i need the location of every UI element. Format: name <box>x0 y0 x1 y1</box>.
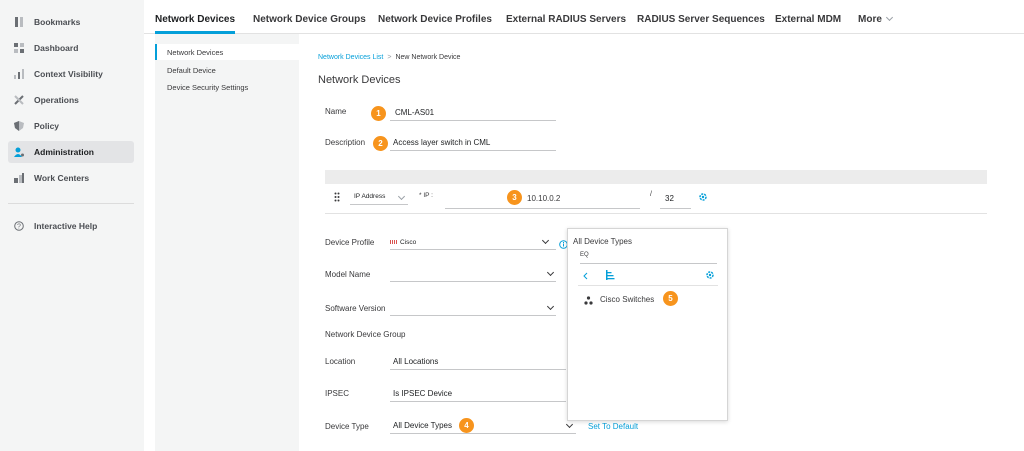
ip-type-value: IP Address <box>354 193 386 200</box>
work-centers-icon <box>14 173 24 183</box>
nav-item-label: Interactive Help <box>34 221 98 231</box>
policy-icon <box>14 121 24 131</box>
cisco-logo-icon <box>390 239 398 244</box>
tab-network-devices[interactable]: Network Devices <box>155 0 236 34</box>
device-type-select[interactable]: All Device Types <box>390 420 576 434</box>
popup-toolbar <box>578 267 718 286</box>
gear-icon[interactable] <box>705 270 715 280</box>
device-type-value: All Device Types <box>393 421 452 430</box>
context-visibility-icon <box>14 69 24 79</box>
set-to-default-link[interactable]: Set To Default <box>588 422 638 431</box>
left-nav: Bookmarks Dashboard Context Visibility O… <box>0 0 144 451</box>
dashboard-icon <box>14 43 24 53</box>
bookmark-icon <box>14 17 24 27</box>
nav-item-label: Work Centers <box>34 173 90 183</box>
popup-item-cisco-switches[interactable]: Cisco Switches <box>600 295 654 304</box>
description-field[interactable]: Access layer switch in CML <box>390 137 556 151</box>
chevron-down-icon <box>546 268 555 277</box>
device-profile-label: Device Profile <box>325 238 375 247</box>
tab-network-device-groups[interactable]: Network Device Groups <box>253 0 366 34</box>
nav-item-dashboard[interactable]: Dashboard <box>8 37 134 59</box>
ndg-label: Network Device Group <box>325 330 406 339</box>
step-badge-2: 2 <box>373 136 388 151</box>
nav-item-bookmarks[interactable]: Bookmarks <box>8 11 134 33</box>
tab-external-radius-servers[interactable]: External RADIUS Servers <box>506 0 626 34</box>
popup-search-placeholder: EQ <box>580 252 589 258</box>
top-tabs: Network Devices Network Device Groups Ne… <box>144 0 1024 34</box>
nav-item-work-centers[interactable]: Work Centers <box>8 167 134 189</box>
breadcrumb-separator: > <box>387 54 392 61</box>
tab-more-label: More <box>858 14 882 25</box>
chevron-down-icon <box>885 13 893 22</box>
subnav-item-network-devices[interactable]: Network Devices <box>167 48 223 57</box>
breadcrumb-link[interactable]: Network Devices List <box>318 54 383 61</box>
page-title: Network Devices <box>318 74 401 86</box>
tab-external-mdm[interactable]: External MDM <box>775 0 841 34</box>
chevron-down-icon <box>397 192 406 201</box>
device-type-popup: All Device Types EQ Cisco Switches 5 <box>567 228 728 421</box>
ip-header-bar <box>325 170 987 184</box>
popup-search-input[interactable]: EQ <box>580 252 717 264</box>
description-label: Description <box>325 138 366 147</box>
step-badge-5: 5 <box>663 291 678 306</box>
nav-item-policy[interactable]: Policy <box>8 115 134 137</box>
svg-text:?: ? <box>17 224 21 231</box>
switches-icon <box>584 296 593 305</box>
device-profile-select[interactable]: Cisco <box>390 236 556 250</box>
administration-icon <box>14 147 24 157</box>
chevron-down-icon <box>541 236 550 245</box>
mask-separator: / <box>650 191 652 198</box>
back-arrow-icon[interactable] <box>582 272 590 280</box>
step-badge-4: 4 <box>459 418 474 433</box>
ip-type-select[interactable]: IP Address <box>350 191 408 205</box>
mask-field[interactable]: 32 <box>660 194 691 209</box>
name-field[interactable]: CML-AS01 <box>390 107 556 121</box>
popup-title: All Device Types <box>573 237 632 246</box>
chevron-down-icon <box>546 302 555 311</box>
nav-item-context-visibility[interactable]: Context Visibility <box>8 63 134 85</box>
ip-label: * IP : <box>419 192 433 199</box>
name-label: Name <box>325 107 347 116</box>
nav-item-operations[interactable]: Operations <box>8 89 134 111</box>
software-version-select[interactable] <box>390 302 556 316</box>
subnav-item-device-security-settings[interactable]: Device Security Settings <box>167 83 248 92</box>
nav-item-label: Policy <box>34 121 60 131</box>
ipsec-select[interactable]: Is IPSEC Device <box>390 388 566 402</box>
operations-icon <box>14 95 24 105</box>
sub-nav: Network Devices Default Device Device Se… <box>155 34 299 451</box>
location-label: Location <box>325 357 356 366</box>
ip-row-divider <box>325 213 987 214</box>
drag-handle-icon[interactable] <box>334 192 340 202</box>
gear-icon[interactable] <box>698 192 708 202</box>
tab-more[interactable]: More <box>858 0 893 34</box>
nav-item-label: Administration <box>34 147 94 157</box>
nav-item-label: Bookmarks <box>34 17 81 27</box>
ipsec-label: IPSEC <box>325 389 350 398</box>
nav-item-interactive-help[interactable]: ? Interactive Help <box>8 215 134 237</box>
help-icon: ? <box>14 221 24 231</box>
nav-item-administration[interactable]: Administration <box>8 141 134 163</box>
location-select[interactable]: All Locations <box>390 356 566 370</box>
tab-network-device-profiles[interactable]: Network Device Profiles <box>378 0 492 34</box>
breadcrumb: Network Devices List > New Network Device <box>318 54 460 61</box>
software-version-label: Software Version <box>325 304 386 313</box>
nav-item-label: Operations <box>34 95 79 105</box>
hierarchy-icon[interactable] <box>606 270 615 280</box>
nav-divider <box>8 203 134 204</box>
chevron-down-icon <box>565 420 574 429</box>
step-badge-1: 1 <box>371 106 386 121</box>
ip-value: 10.10.0.2 <box>527 194 561 203</box>
step-badge-3: 3 <box>507 190 522 205</box>
nav-item-label: Dashboard <box>34 43 79 53</box>
nav-item-label: Context Visibility <box>34 69 103 79</box>
device-profile-value: Cisco <box>400 239 417 246</box>
model-name-select[interactable] <box>390 268 556 282</box>
breadcrumb-current: New Network Device <box>395 54 461 61</box>
tab-radius-server-sequences[interactable]: RADIUS Server Sequences <box>637 0 765 34</box>
subnav-item-default-device[interactable]: Default Device <box>167 66 216 75</box>
device-type-label: Device Type <box>325 422 369 431</box>
model-name-label: Model Name <box>325 270 371 279</box>
